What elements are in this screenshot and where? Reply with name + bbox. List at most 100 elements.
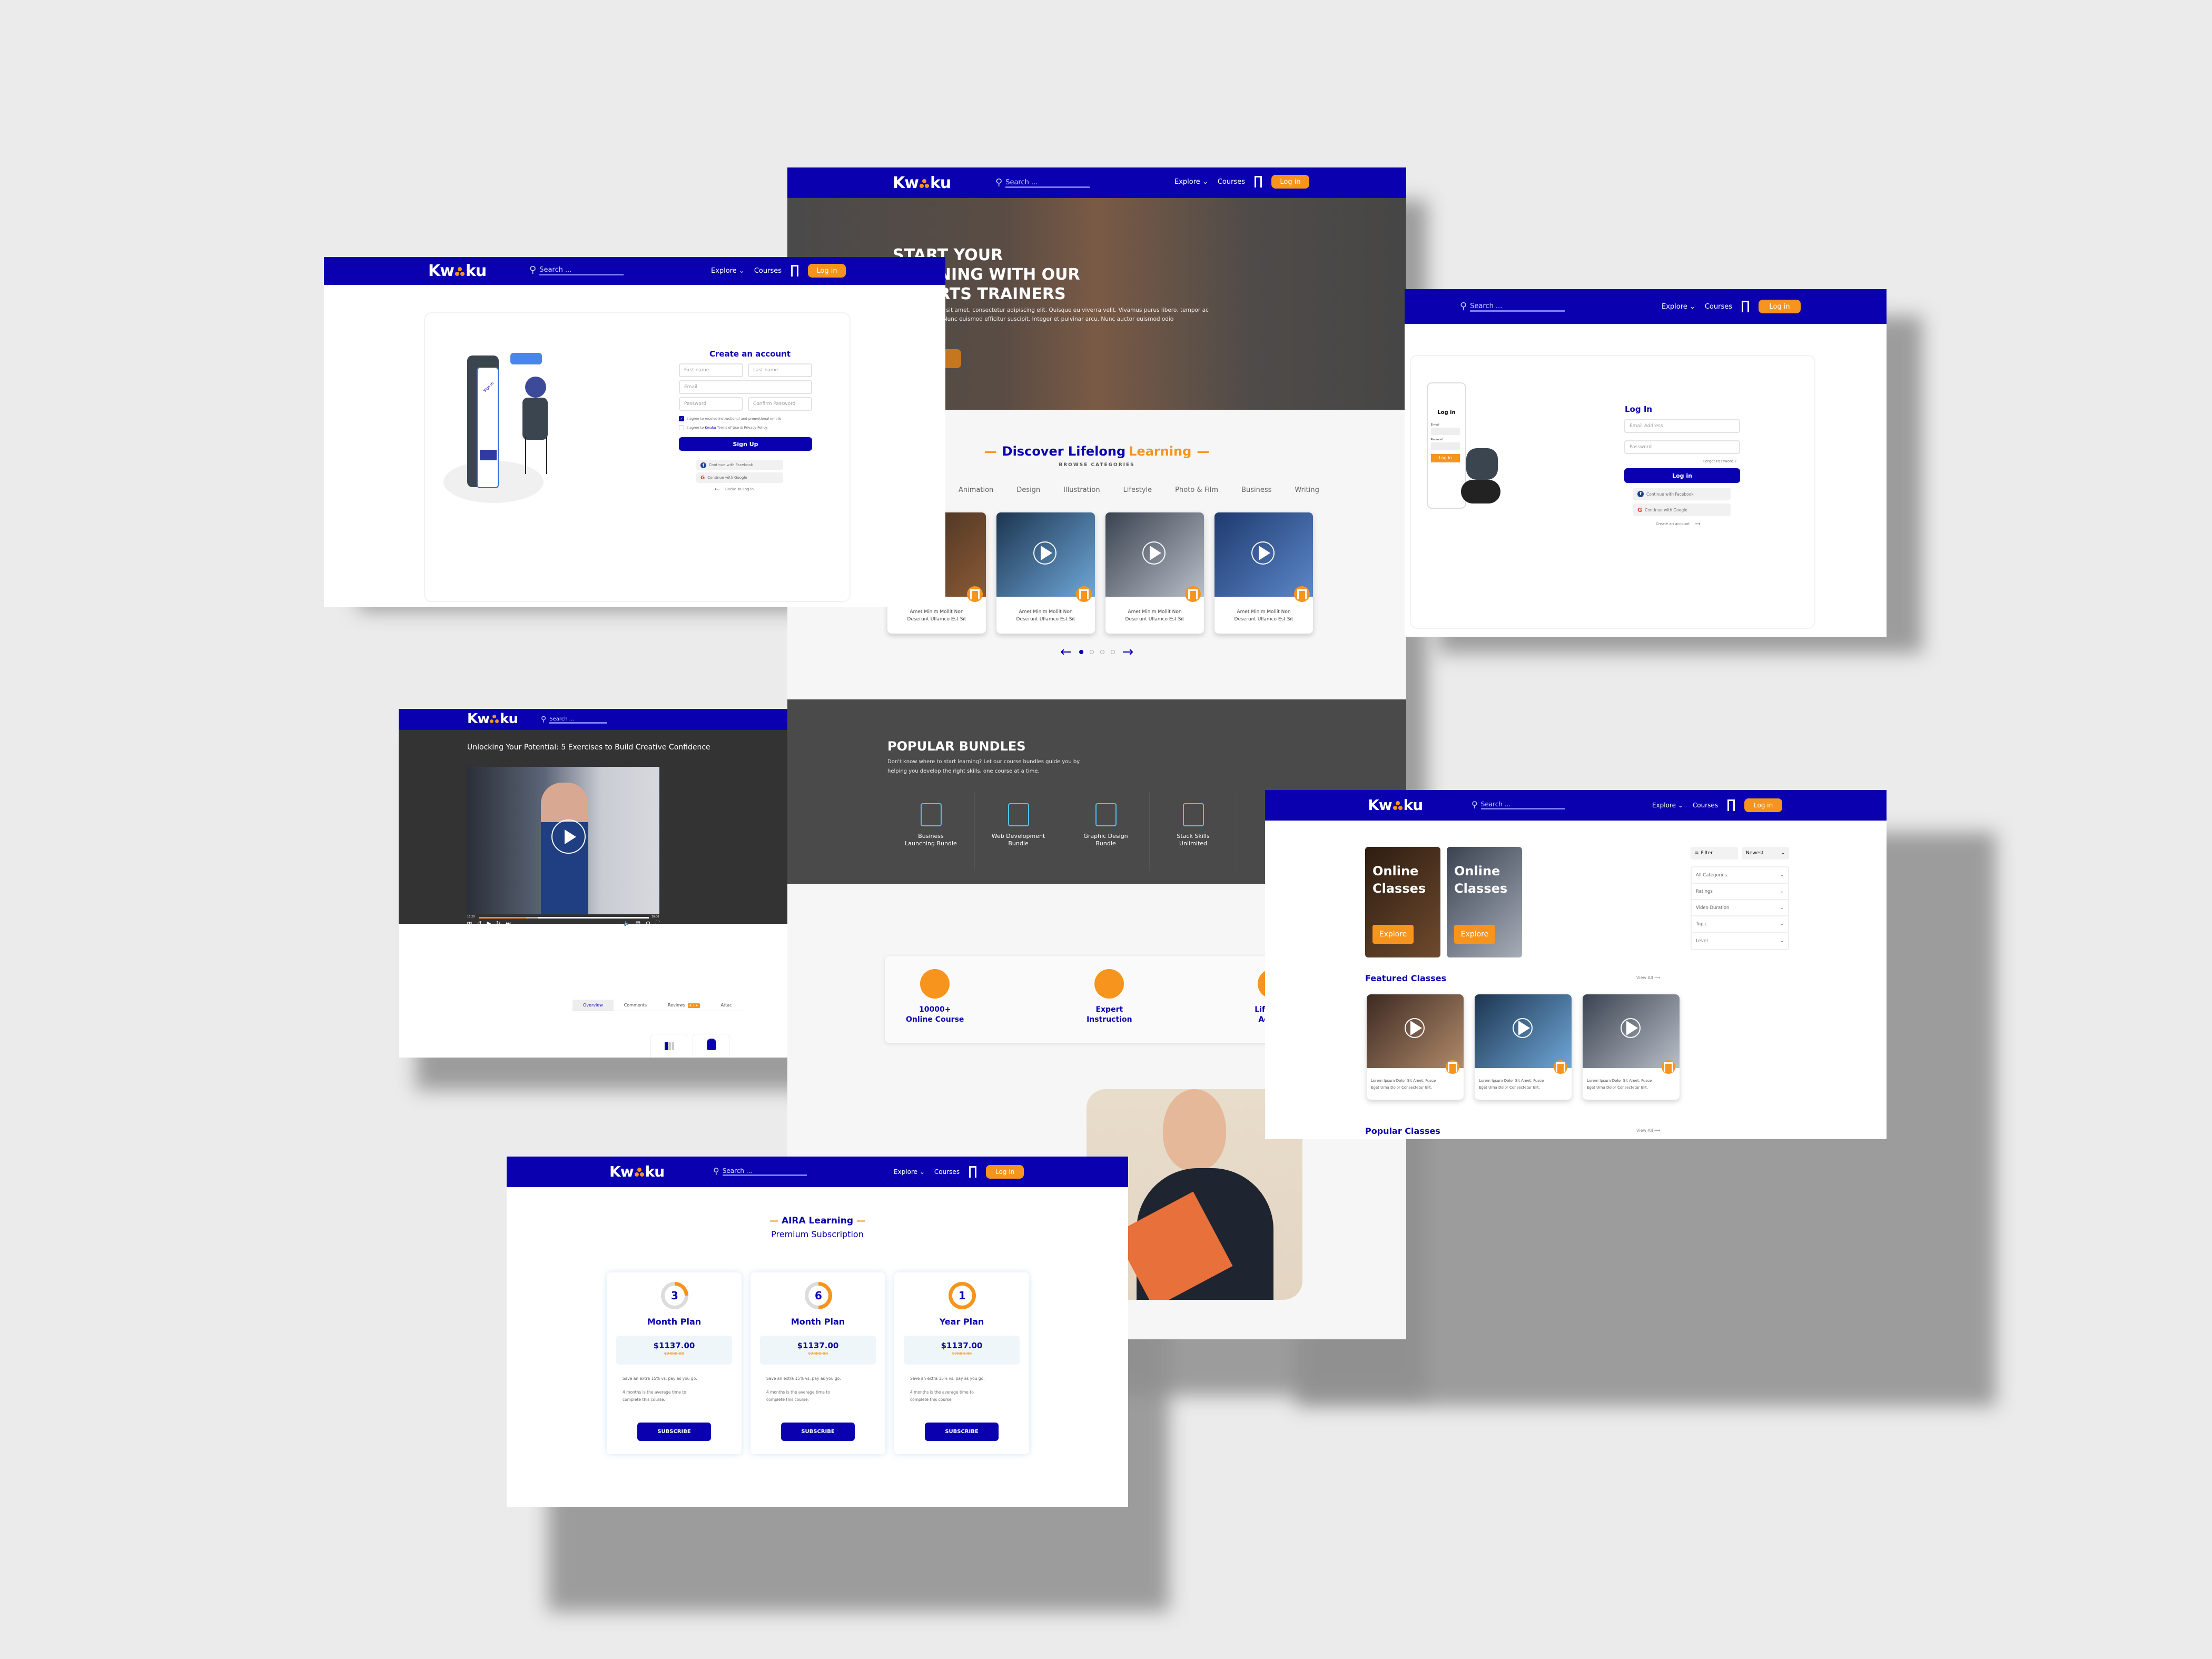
bundle-item[interactable]: Stack Skills Unlimited: [1150, 792, 1237, 871]
transcript-icon[interactable]: ▤: [636, 921, 640, 926]
bookmark-icon[interactable]: [1076, 586, 1092, 602]
video-tab[interactable]: Attac: [710, 1000, 743, 1011]
volume-icon[interactable]: 🔈: [624, 921, 630, 926]
play-icon[interactable]: [1621, 1018, 1641, 1038]
category-tab[interactable]: Photo & Film: [1175, 486, 1218, 494]
last-name-field[interactable]: Last name: [748, 363, 812, 377]
subscribe-button[interactable]: SUBSCRIBE: [781, 1423, 855, 1441]
featured-view-all[interactable]: View All ⟶: [1636, 975, 1660, 980]
google-button[interactable]: G Continue with Google: [696, 472, 783, 483]
skip-back-icon[interactable]: ⏮: [467, 921, 472, 926]
logo[interactable]: Kw ku: [467, 711, 518, 727]
sort-select[interactable]: Newest ⌄: [1742, 847, 1789, 860]
logo[interactable]: Kw ku: [893, 174, 951, 192]
explore-menu[interactable]: Explore ⌄: [1662, 303, 1695, 311]
category-tab[interactable]: Animation: [959, 486, 993, 494]
login-button[interactable]: Log in: [1759, 300, 1801, 313]
first-name-field[interactable]: First name: [679, 363, 743, 377]
courses-link[interactable]: Courses: [754, 267, 782, 275]
bookmark-icon[interactable]: [1727, 799, 1735, 811]
carousel-dot[interactable]: [1100, 650, 1104, 654]
email-field[interactable]: Email: [679, 380, 812, 394]
filter-dropdown[interactable]: Video Duration ⌄: [1692, 900, 1788, 916]
courses-link[interactable]: Courses: [1705, 303, 1732, 311]
explore-menu[interactable]: Explore ⌄: [711, 267, 745, 275]
fullscreen-icon[interactable]: ⛶: [656, 921, 659, 926]
play-icon[interactable]: [1033, 541, 1056, 565]
courses-link[interactable]: Courses: [1693, 802, 1718, 809]
search-field[interactable]: ⚲ Search ...: [995, 177, 1090, 188]
terms-link[interactable]: Kwaku: [705, 426, 716, 430]
search-field[interactable]: ⚲ Search ...: [1460, 301, 1565, 312]
subscribe-button[interactable]: SUBSCRIBE: [925, 1423, 999, 1441]
search-field[interactable]: ⚲ Search ...: [1472, 799, 1565, 809]
category-tab[interactable]: Writing: [1295, 486, 1319, 494]
explore-menu[interactable]: Explore ⌄: [1652, 802, 1683, 809]
play-icon[interactable]: [1142, 541, 1166, 565]
bundle-item[interactable]: Business Launching Bundle: [887, 792, 975, 871]
facebook-button[interactable]: f Continue with Facebook: [696, 460, 783, 470]
logo[interactable]: Kw ku: [1368, 796, 1423, 814]
arrow-right-icon[interactable]: →: [1122, 644, 1134, 660]
bookmark-icon[interactable]: [1185, 586, 1201, 602]
bookmark-icon[interactable]: [791, 265, 799, 276]
promo-card[interactable]: Online Classes Explore: [1365, 847, 1440, 957]
forgot-password-link[interactable]: Forgot Password ?: [1703, 459, 1736, 463]
subscribe-button[interactable]: SUBSCRIBE: [637, 1423, 711, 1441]
filter-dropdown[interactable]: Topic ⌄: [1692, 916, 1788, 933]
filter-button[interactable]: ≡ Filter: [1691, 847, 1738, 860]
rewind-10-icon[interactable]: ↺: [477, 921, 481, 926]
email-field[interactable]: Email Address: [1624, 419, 1740, 433]
filter-dropdown[interactable]: Ratings ⌄: [1692, 884, 1788, 900]
create-account-link[interactable]: Create an account ⟶: [1656, 522, 1700, 526]
popular-view-all[interactable]: View All ⟶: [1636, 1128, 1660, 1133]
category-tab[interactable]: Design: [1016, 486, 1040, 494]
category-tab[interactable]: Illustration: [1063, 486, 1100, 494]
login-button[interactable]: Log in: [986, 1165, 1024, 1179]
filter-dropdown[interactable]: Level ⌄: [1692, 933, 1788, 949]
course-card[interactable]: Amet Minim Mollit Non Deserunt Ullamco Es…: [1105, 512, 1204, 634]
password-field[interactable]: Password: [679, 397, 743, 411]
class-card[interactable]: Lorem Ipsum Dolor Sit Amet, Fusce Eget Ur…: [1583, 994, 1680, 1100]
bookmark-icon[interactable]: [1742, 301, 1750, 312]
bundle-item[interactable]: Web Development Bundle: [975, 792, 1062, 871]
play-icon[interactable]: [1405, 1018, 1425, 1038]
filter-dropdown[interactable]: All Categories ⌄: [1692, 867, 1788, 884]
class-card[interactable]: Lorem Ipsum Dolor Sit Amet, Fusce Eget Ur…: [1475, 994, 1572, 1100]
login-button[interactable]: Log in: [1271, 175, 1310, 189]
login-submit-button[interactable]: Log in: [1624, 468, 1740, 483]
facebook-button[interactable]: f Continue with Facebook: [1633, 488, 1731, 500]
bookmark-icon[interactable]: [969, 1166, 977, 1178]
agree-terms-checkbox[interactable]: [679, 425, 684, 430]
progress-track[interactable]: [479, 917, 649, 919]
video-tab[interactable]: Overview: [572, 1000, 614, 1011]
google-button[interactable]: G Continue with Google: [1633, 503, 1731, 516]
sign-up-button[interactable]: Sign Up: [679, 437, 812, 451]
play-pause-icon[interactable]: ▶: [487, 921, 491, 926]
bookmark-icon[interactable]: [1294, 586, 1310, 602]
play-icon[interactable]: [1251, 541, 1275, 565]
course-card[interactable]: Amet Minim Mollit Non Deserunt Ullamco Es…: [1214, 512, 1313, 634]
bookmark-icon[interactable]: [1554, 1060, 1567, 1074]
play-icon[interactable]: [551, 819, 586, 854]
logo[interactable]: Kw ku: [609, 1163, 665, 1180]
explore-button[interactable]: Explore: [1372, 925, 1414, 944]
courses-link[interactable]: Courses: [1218, 178, 1245, 186]
search-field[interactable]: ⚲ Search ...: [541, 715, 608, 724]
agree-emails-checkbox[interactable]: ✓: [679, 416, 684, 421]
explore-menu[interactable]: Explore ⌄: [1174, 178, 1208, 186]
confirm-password-field[interactable]: Confirm Password: [748, 397, 812, 411]
explore-button[interactable]: Explore: [1454, 925, 1495, 944]
bookmark-icon[interactable]: [1662, 1060, 1675, 1074]
category-tab[interactable]: Business: [1241, 486, 1271, 494]
class-card[interactable]: Lorem Ipsum Dolor Sit Amet, Fusce Eget Ur…: [1367, 994, 1464, 1100]
play-icon[interactable]: [1513, 1018, 1533, 1038]
search-field[interactable]: ⚲ Search ...: [529, 264, 624, 275]
bookmark-icon[interactable]: [967, 586, 983, 602]
video-tab[interactable]: Comments: [614, 1000, 657, 1011]
category-tab[interactable]: Lifestyle: [1123, 486, 1152, 494]
settings-icon[interactable]: ⚙: [646, 921, 650, 926]
login-button[interactable]: Log in: [808, 264, 846, 278]
password-field[interactable]: Password: [1624, 440, 1740, 454]
explore-menu[interactable]: Explore ⌄: [894, 1168, 925, 1176]
